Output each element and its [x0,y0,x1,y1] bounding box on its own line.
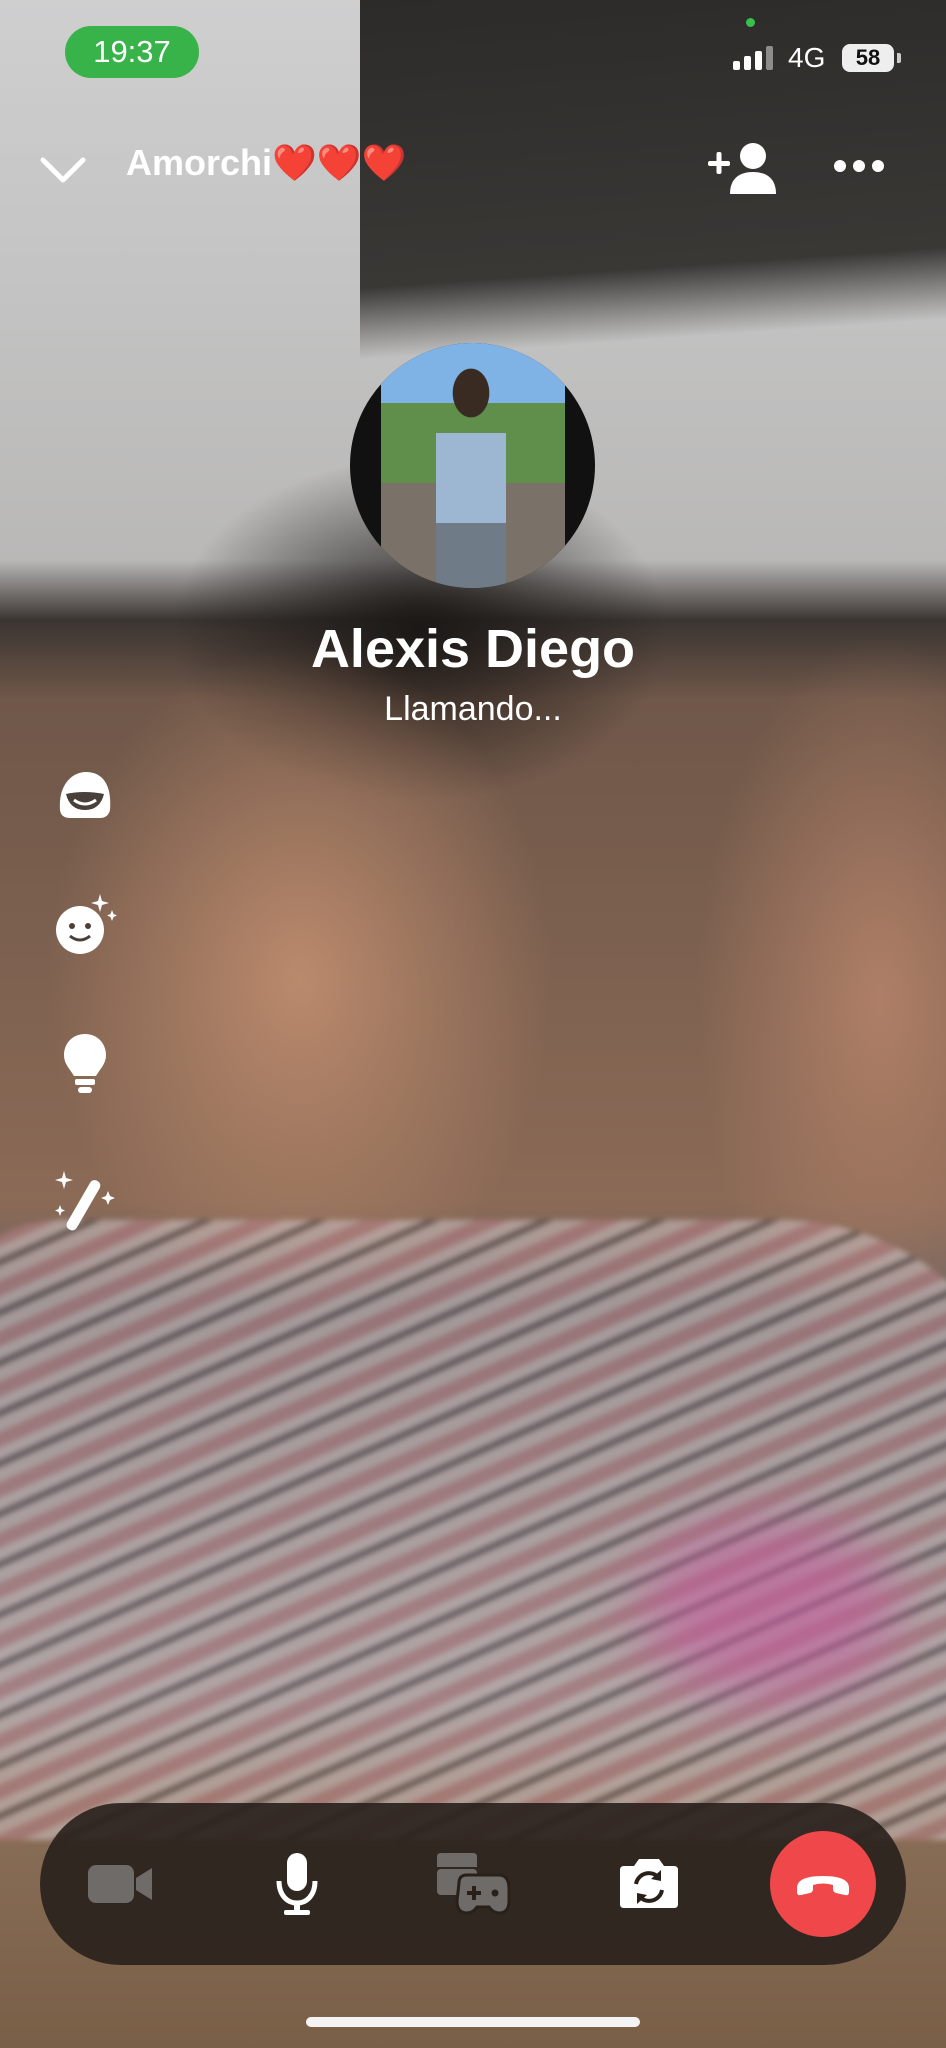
end-call-icon [797,1876,849,1896]
more-horizontal-icon[interactable] [832,146,886,186]
avatar-face-icon[interactable] [50,760,120,830]
lightbulb-icon[interactable] [50,1028,120,1098]
call-controls-bar [40,1803,906,1965]
battery-cap [897,53,901,63]
camera-background [0,0,946,2048]
add-person-icon[interactable] [706,138,782,198]
signal-icon [733,46,773,70]
caller-name: Alexis Diego [310,619,636,679]
call-status: Llamando... [384,690,562,728]
status-bar: 19:37 4G 58 [0,0,946,100]
battery-icon: 58 [842,44,894,72]
magic-wand-icon[interactable] [50,1165,120,1235]
caller-avatar [350,343,595,588]
network-type: 4G [788,42,826,73]
chevron-down-icon[interactable] [38,150,88,190]
video-camera-icon[interactable] [70,1833,172,1935]
chat-title: Amorchi❤️❤️❤️ [126,142,407,183]
microphone-icon[interactable] [246,1833,348,1935]
end-call-button[interactable] [770,1831,876,1937]
call-header: Amorchi❤️❤️❤️ [0,130,946,210]
sparkle-emoji-icon[interactable] [50,890,120,960]
games-icon[interactable] [422,1833,524,1935]
flip-camera-icon[interactable] [598,1833,700,1935]
background-pink-pattern [640,1520,900,1700]
home-indicator[interactable] [306,2017,640,2027]
camera-in-use-dot [746,18,755,27]
status-time: 19:37 [65,26,199,78]
avatar-photo [381,343,565,588]
